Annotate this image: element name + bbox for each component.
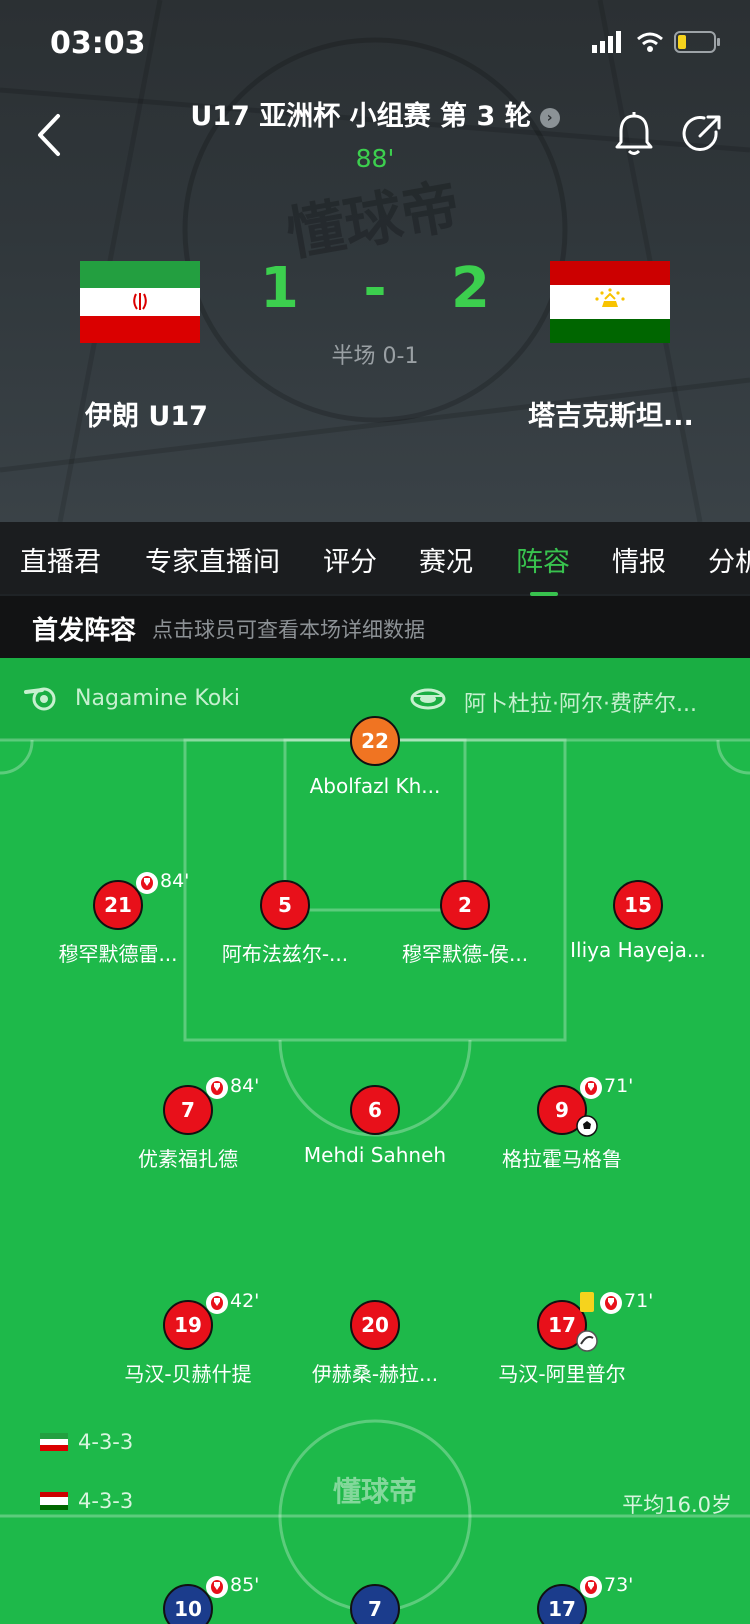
away-formation: 4-3-3 xyxy=(40,1489,133,1513)
substitution-icon xyxy=(206,1576,228,1598)
battery-icon xyxy=(674,31,720,53)
player-name: 伊赫桑-赫拉... xyxy=(311,1362,439,1386)
home-score: 1 xyxy=(260,256,299,321)
iran-mini-flag-icon xyxy=(40,1433,68,1451)
substitution-minute: 85' xyxy=(230,1574,260,1596)
home-formation-label: 4-3-3 xyxy=(78,1430,134,1454)
tajikistan-flag-icon[interactable] xyxy=(550,261,670,343)
player-number: 15 xyxy=(613,880,663,930)
tab-intel[interactable]: 情报 xyxy=(612,540,666,579)
app-root: 懂球帝 03:03 U17 亚洲杯 小组赛 第 3 轮 › 88' 1 - 2 … xyxy=(0,0,750,1624)
iran-flag-icon[interactable] xyxy=(80,261,200,343)
lineup-pitch: Nagamine Koki 阿卜杜拉·阿尔·费萨尔... 22 Abolfazl… xyxy=(0,658,750,1624)
substitution-icon xyxy=(206,1292,228,1314)
lineup-section-header: 首发阵容 点击球员可查看本场详细数据 xyxy=(0,596,750,658)
tab-lineup[interactable]: 阵容 xyxy=(516,540,570,579)
tab-match-events[interactable]: 赛况 xyxy=(419,540,473,579)
player-number: 2 xyxy=(440,880,490,930)
player-name: 穆罕默德雷... xyxy=(58,942,178,966)
bell-icon[interactable] xyxy=(612,110,656,158)
substitution-minute: 71' xyxy=(604,1075,634,1097)
substitution-icon xyxy=(600,1292,622,1314)
score-separator: - xyxy=(363,256,387,321)
away-score: 2 xyxy=(451,256,490,321)
player-name: 格拉霍马格鲁 xyxy=(502,1147,622,1171)
section-title: 首发阵容 xyxy=(32,616,137,646)
tab-live[interactable]: 直播君 xyxy=(20,540,101,579)
substitution-icon xyxy=(136,872,158,894)
player-number: 20 xyxy=(350,1300,400,1350)
chevron-right-icon: › xyxy=(539,107,560,128)
stadium-icon xyxy=(410,688,446,710)
substitution-minute: 84' xyxy=(160,870,190,892)
player-name: 阿布法兹尔-... xyxy=(221,942,349,966)
average-age: 平均16.0岁 xyxy=(622,1493,732,1517)
tab-expert-live[interactable]: 专家直播间 xyxy=(145,540,280,579)
match-title-text: U17 亚洲杯 小组赛 第 3 轮 xyxy=(190,101,532,132)
venue-name: 阿卜杜拉·阿尔·费萨尔... xyxy=(464,692,697,717)
player-number: 6 xyxy=(350,1085,400,1135)
share-icon[interactable] xyxy=(680,112,724,156)
substitution-icon xyxy=(206,1077,228,1099)
player-name: Mehdi Sahneh xyxy=(303,1143,447,1167)
away-team-name[interactable]: 塔吉克斯坦... xyxy=(528,394,694,433)
away-formation-label: 4-3-3 xyxy=(78,1489,134,1513)
home-formation: 4-3-3 xyxy=(40,1430,133,1454)
whistle-icon xyxy=(24,687,56,711)
player-name: 优素福扎德 xyxy=(138,1147,238,1171)
player-name: 穆罕默德-侯... xyxy=(401,942,529,966)
tab-analysis[interactable]: 分析 xyxy=(708,540,750,579)
own-goal-ball-icon xyxy=(576,1330,598,1352)
goal-ball-icon xyxy=(576,1115,598,1137)
signal-icon xyxy=(592,31,621,53)
substitution-icon xyxy=(580,1576,602,1598)
player-number: 7 xyxy=(163,1085,213,1135)
player-name: 马汉-贝赫什提 xyxy=(124,1362,252,1386)
home-team-name[interactable]: 伊朗 U17 xyxy=(85,394,208,433)
section-subtitle: 点击球员可查看本场详细数据 xyxy=(152,618,425,642)
wifi-icon xyxy=(637,32,663,52)
tajikistan-mini-flag-icon xyxy=(40,1492,68,1510)
halftime-score: 半场 0-1 xyxy=(331,344,419,369)
substitution-icon xyxy=(580,1077,602,1099)
player-name: Iliya Hayeja... xyxy=(570,938,706,962)
score: 1 - 2 xyxy=(260,256,490,321)
substitution-minute: 42' xyxy=(230,1290,260,1312)
tab-bar: 直播君 专家直播间 评分 赛况 阵容 情报 分析 xyxy=(0,522,750,594)
tab-ratings[interactable]: 评分 xyxy=(323,540,377,579)
player-name: Abolfazl Kh... xyxy=(309,774,441,798)
yellow-card-icon xyxy=(580,1292,594,1312)
substitution-minute: 71' xyxy=(624,1290,654,1312)
referee-name: Nagamine Koki xyxy=(75,686,241,711)
player-number: 22 xyxy=(350,716,400,766)
status-icons xyxy=(592,30,720,54)
player-number: 19 xyxy=(163,1300,213,1350)
header-watermark: 懂球帝 xyxy=(282,172,465,269)
substitution-minute: 73' xyxy=(604,1574,634,1596)
player-number: 5 xyxy=(260,880,310,930)
substitution-minute: 84' xyxy=(230,1075,260,1097)
status-time: 03:03 xyxy=(50,26,146,61)
match-header: 懂球帝 03:03 U17 亚洲杯 小组赛 第 3 轮 › 88' 1 - 2 … xyxy=(0,0,750,522)
player-name: 马汉-阿里普尔 xyxy=(498,1362,626,1386)
player-number: 21 xyxy=(93,880,143,930)
